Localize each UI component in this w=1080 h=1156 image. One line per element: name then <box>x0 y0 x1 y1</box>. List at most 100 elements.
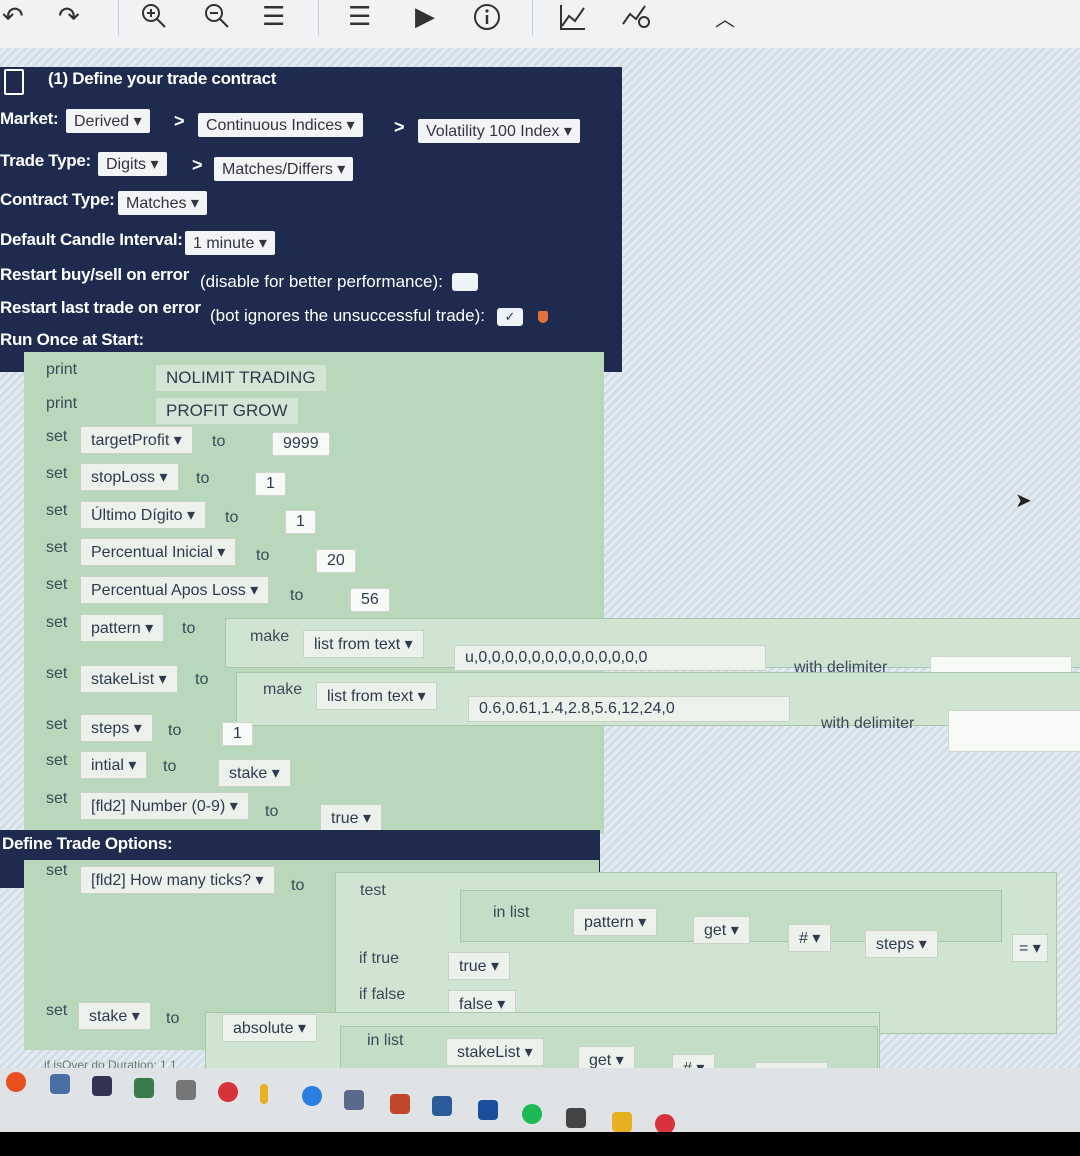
variable-dropdown[interactable]: Último Dígito ▾ <box>80 501 207 529</box>
restart-last-checkbox[interactable]: ✓ <box>497 308 523 326</box>
warning-icon <box>538 311 548 323</box>
variable-dropdown[interactable]: [fld2] How many ticks? ▾ <box>80 866 275 894</box>
restart-last-label: Restart last trade on error <box>0 298 201 317</box>
variable-dropdown[interactable]: steps ▾ <box>80 714 153 742</box>
app-icon[interactable] <box>134 1078 154 1098</box>
zoom-out-icon[interactable] <box>203 2 231 35</box>
make-keyword: make <box>263 681 303 698</box>
variable-dropdown[interactable]: pattern ▾ <box>80 614 165 642</box>
number-field[interactable]: 1 <box>255 472 286 496</box>
to-keyword: to <box>291 877 305 894</box>
app-icon[interactable] <box>612 1112 632 1132</box>
variable-dropdown[interactable]: Percentual Inicial ▾ <box>80 538 237 566</box>
zoom-in-icon[interactable] <box>140 2 168 35</box>
number-field[interactable]: 9999 <box>272 432 330 456</box>
restart-last-hint: (bot ignores the unsuccessful trade): <box>210 306 485 325</box>
app-icon[interactable] <box>522 1104 542 1124</box>
set-keyword: set <box>46 1002 68 1019</box>
print-keyword: print <box>46 395 78 412</box>
app-icon[interactable] <box>50 1074 70 1094</box>
set-keyword: set <box>46 665 68 682</box>
restart-buy-checkbox[interactable] <box>452 273 478 291</box>
chart-settings-icon[interactable] <box>620 2 652 37</box>
variable-dropdown[interactable]: targetProfit ▾ <box>80 426 193 454</box>
list-type-dropdown[interactable]: list from text ▾ <box>316 682 437 710</box>
block-title: (1) Define your trade contract <box>48 69 277 88</box>
app-icon[interactable] <box>344 1090 364 1110</box>
app-icon[interactable] <box>655 1114 675 1134</box>
app-icon[interactable] <box>176 1080 196 1100</box>
delimiter-field[interactable] <box>948 710 1080 752</box>
if-true-label: if true <box>359 950 400 967</box>
app-icon[interactable] <box>218 1082 238 1102</box>
contract-type-dropdown[interactable]: Matches ▾ <box>118 191 207 215</box>
play-icon[interactable]: ▶ <box>415 2 435 30</box>
variable-dropdown[interactable]: stopLoss ▾ <box>80 463 179 491</box>
text-field[interactable]: 0.6,0.61,1.4,2.8,5.6,12,24,0 <box>468 696 790 722</box>
trade-type-dropdown[interactable]: Matches/Differs ▾ <box>214 157 354 181</box>
boolean-dropdown[interactable]: true ▾ <box>448 952 511 980</box>
redo-icon[interactable]: ↷ <box>58 2 80 30</box>
variable-get-dropdown[interactable]: pattern ▾ <box>573 908 658 936</box>
variable-dropdown[interactable]: intial ▾ <box>80 751 148 779</box>
market-dropdown[interactable]: Derived ▾ <box>66 109 150 133</box>
number-field[interactable]: 1 <box>285 510 316 534</box>
undo-icon[interactable]: ↶ <box>2 2 24 30</box>
list-type-dropdown[interactable]: list from text ▾ <box>303 630 424 658</box>
to-keyword: to <box>163 758 177 775</box>
in-list-keyword: in list <box>367 1032 404 1049</box>
number-field[interactable]: 1 <box>222 722 253 746</box>
candle-interval-label: Default Candle Interval: <box>0 230 183 249</box>
to-keyword: to <box>225 509 239 526</box>
get-mode-dropdown[interactable]: get ▾ <box>693 916 750 944</box>
math-function-dropdown[interactable]: absolute ▾ <box>222 1014 317 1042</box>
set-keyword: set <box>46 502 68 519</box>
if-false-label: if false <box>359 986 406 1003</box>
print-text[interactable]: NOLIMIT TRADING <box>156 365 326 391</box>
variable-dropdown[interactable]: stakeList ▾ <box>80 665 178 693</box>
restart-buy-label: Restart buy/sell on error <box>0 265 190 284</box>
to-keyword: to <box>182 620 196 637</box>
to-keyword: to <box>195 671 209 688</box>
candle-interval-dropdown[interactable]: 1 minute ▾ <box>185 231 275 255</box>
trade-category-dropdown[interactable]: Digits ▾ <box>98 152 167 176</box>
text-field[interactable]: u,0,0,0,0,0,0,0,0,0,0,0,0,0 <box>454 645 766 671</box>
app-icon[interactable] <box>260 1084 268 1104</box>
set-keyword: set <box>46 465 68 482</box>
to-keyword: to <box>290 587 304 604</box>
info-icon[interactable] <box>472 2 502 37</box>
number-field[interactable]: 20 <box>316 549 356 573</box>
app-icon[interactable] <box>432 1096 452 1116</box>
to-keyword: to <box>166 1010 180 1027</box>
to-keyword: to <box>265 803 279 820</box>
app-icon[interactable] <box>478 1100 498 1120</box>
variable-dropdown[interactable]: stake ▾ <box>78 1002 151 1030</box>
symbol-dropdown[interactable]: Volatility 100 Index ▾ <box>418 119 580 143</box>
test-keyword: test <box>360 882 386 899</box>
variable-get-dropdown[interactable]: stakeList ▾ <box>446 1038 544 1066</box>
app-icon[interactable] <box>390 1094 410 1114</box>
screen-bezel <box>0 1132 1080 1156</box>
list-icon[interactable]: ☰ <box>262 2 285 30</box>
chart-icon[interactable] <box>558 2 588 37</box>
index-mode-dropdown[interactable]: # ▾ <box>788 924 832 952</box>
variable-get-dropdown[interactable]: stake ▾ <box>218 759 291 787</box>
print-text[interactable]: PROFIT GROW <box>156 398 298 424</box>
trade-type-label: Trade Type: <box>0 151 91 170</box>
app-icon[interactable] <box>6 1072 26 1092</box>
boolean-dropdown[interactable]: true ▾ <box>320 804 383 832</box>
compare-operator-dropdown[interactable]: = ▾ <box>1012 934 1048 962</box>
variable-dropdown[interactable]: [fld2] Number (0-9) ▾ <box>80 792 249 820</box>
app-icon[interactable] <box>566 1108 586 1128</box>
chevron-up-icon[interactable]: ︿ <box>715 6 735 34</box>
app-icon[interactable] <box>92 1076 112 1096</box>
variable-dropdown[interactable]: Percentual Apos Loss ▾ <box>80 576 270 604</box>
set-keyword: set <box>46 752 68 769</box>
app-icon[interactable] <box>302 1086 322 1106</box>
set-keyword: set <box>46 790 68 807</box>
list-icon[interactable]: ☰ <box>348 2 371 30</box>
number-field[interactable]: 56 <box>350 588 390 612</box>
toolbar-separator <box>532 0 533 36</box>
variable-get-dropdown[interactable]: steps ▾ <box>865 930 938 958</box>
submarket-dropdown[interactable]: Continuous Indices ▾ <box>198 113 363 137</box>
